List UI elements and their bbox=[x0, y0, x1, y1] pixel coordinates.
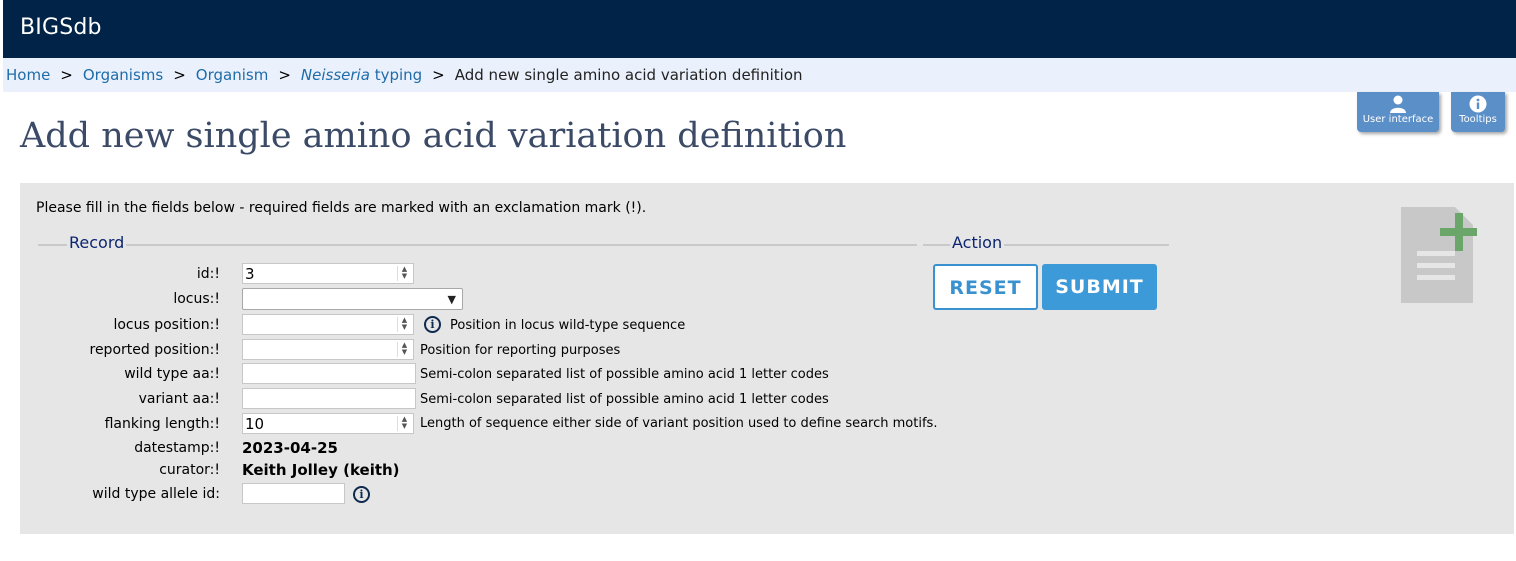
page-title: Add new single amino acid variation defi… bbox=[20, 116, 847, 156]
user-icon bbox=[1390, 95, 1406, 113]
wild-type-aa-hint: Semi-colon separated list of possible am… bbox=[420, 367, 829, 382]
wild-type-aa-input[interactable] bbox=[242, 363, 416, 384]
site-brand[interactable]: BIGSdb bbox=[20, 15, 102, 40]
reported-position-hint: Position for reporting purposes bbox=[420, 343, 621, 358]
id-label: id:! bbox=[196, 266, 220, 282]
reported-position-label: reported position:! bbox=[89, 342, 221, 358]
tooltips-label: Tooltips bbox=[1459, 114, 1497, 125]
field-row-curator: curator:! Keith Jolley (keith) bbox=[20, 459, 1514, 483]
breadcrumb-genus: Neisseria bbox=[300, 66, 370, 84]
field-row-variant-aa: variant aa:! Semi-colon separated list o… bbox=[20, 388, 1514, 412]
field-row-reported-position: reported position:! ▲ ▼ Position for repo… bbox=[20, 339, 1514, 363]
reset-button[interactable]: RESET bbox=[933, 264, 1038, 310]
wild-type-allele-id-input[interactable] bbox=[242, 483, 345, 504]
variant-aa-label: variant aa:! bbox=[138, 391, 220, 407]
breadcrumb-separator: > bbox=[173, 66, 186, 84]
variant-aa-hint: Semi-colon separated list of possible am… bbox=[420, 392, 829, 407]
action-legend: Action bbox=[950, 233, 1005, 252]
record-legend: Record bbox=[67, 233, 127, 252]
wild-type-allele-id-label: wild type allele id: bbox=[92, 486, 220, 502]
reported-position-input[interactable]: ▲ ▼ bbox=[242, 339, 414, 360]
locus-select[interactable]: ▼ bbox=[242, 288, 463, 310]
field-row-locus: locus:! ▼ bbox=[20, 288, 1514, 312]
breadcrumb-neisseria-typing[interactable]: Neisseria typing bbox=[301, 66, 422, 84]
flanking-length-label: flanking length:! bbox=[104, 416, 220, 432]
field-row-wild-type-aa: wild type aa:! Semi-colon separated list… bbox=[20, 363, 1514, 387]
add-document-icon bbox=[1401, 207, 1477, 303]
breadcrumb-separator: > bbox=[60, 66, 73, 84]
tooltips-button[interactable]: Tooltips bbox=[1451, 92, 1505, 132]
record-fieldset-border bbox=[38, 244, 917, 246]
curator-label: curator:! bbox=[159, 462, 220, 478]
locus-position-input[interactable]: ▲ ▼ bbox=[242, 314, 414, 335]
field-row-flanking-length: flanking length:! 10 ▲ ▼ Length of sequen… bbox=[20, 413, 1514, 437]
form-instructions: Please fill in the fields below - requir… bbox=[36, 200, 647, 216]
field-row-id: id:! 3 ▲ ▼ bbox=[20, 263, 1514, 287]
breadcrumb-home[interactable]: Home bbox=[6, 66, 50, 84]
flanking-length-stepper[interactable]: ▲ ▼ bbox=[397, 416, 411, 431]
info-icon bbox=[1469, 95, 1487, 113]
wild-type-aa-label: wild type aa:! bbox=[124, 366, 220, 382]
id-stepper[interactable]: ▲ ▼ bbox=[397, 266, 411, 281]
locus-label: locus:! bbox=[173, 291, 220, 307]
breadcrumb-typing: typing bbox=[369, 66, 423, 84]
reported-position-stepper[interactable]: ▲ ▼ bbox=[397, 342, 411, 357]
user-interface-button[interactable]: User interface bbox=[1357, 92, 1439, 132]
breadcrumb-organism[interactable]: Organism bbox=[196, 66, 269, 84]
flanking-length-input[interactable]: 10 ▲ ▼ bbox=[242, 413, 414, 434]
locus-position-label: locus position:! bbox=[113, 317, 220, 333]
locus-position-hint: Position in locus wild-type sequence bbox=[450, 318, 686, 333]
info-icon[interactable]: i bbox=[424, 316, 441, 333]
chevron-down-icon: ▼ bbox=[447, 293, 456, 306]
id-value: 3 bbox=[245, 265, 255, 283]
breadcrumb-current: Add new single amino acid variation defi… bbox=[454, 66, 803, 84]
field-row-locus-position: locus position:! ▲ ▼ i Position in locus … bbox=[20, 314, 1514, 338]
datestamp-label: datestamp:! bbox=[134, 440, 220, 456]
user-interface-label: User interface bbox=[1362, 114, 1434, 125]
field-row-wild-type-allele-id: wild type allele id: i bbox=[20, 483, 1514, 507]
submit-button[interactable]: SUBMIT bbox=[1042, 264, 1157, 310]
breadcrumb-organisms[interactable]: Organisms bbox=[83, 66, 163, 84]
flanking-length-value: 10 bbox=[245, 415, 265, 433]
info-icon[interactable]: i bbox=[353, 486, 370, 503]
top-bar: BIGSdb bbox=[3, 0, 1516, 58]
breadcrumb: Home > Organisms > Organism > Neisseria typing… bbox=[3, 58, 1516, 92]
curator-value: Keith Jolley (keith) bbox=[242, 461, 400, 479]
field-row-datestamp: datestamp:! 2023-04-25 bbox=[20, 437, 1514, 461]
locus-position-stepper[interactable]: ▲ ▼ bbox=[397, 317, 411, 332]
breadcrumb-separator: > bbox=[432, 66, 445, 84]
breadcrumb-separator: > bbox=[278, 66, 291, 84]
variant-aa-input[interactable] bbox=[242, 388, 416, 409]
form-panel: Please fill in the fields below - requir… bbox=[20, 183, 1514, 534]
datestamp-value: 2023-04-25 bbox=[242, 439, 338, 457]
flanking-length-hint: Length of sequence either side of varian… bbox=[420, 416, 938, 431]
id-input[interactable]: 3 ▲ ▼ bbox=[242, 263, 414, 284]
